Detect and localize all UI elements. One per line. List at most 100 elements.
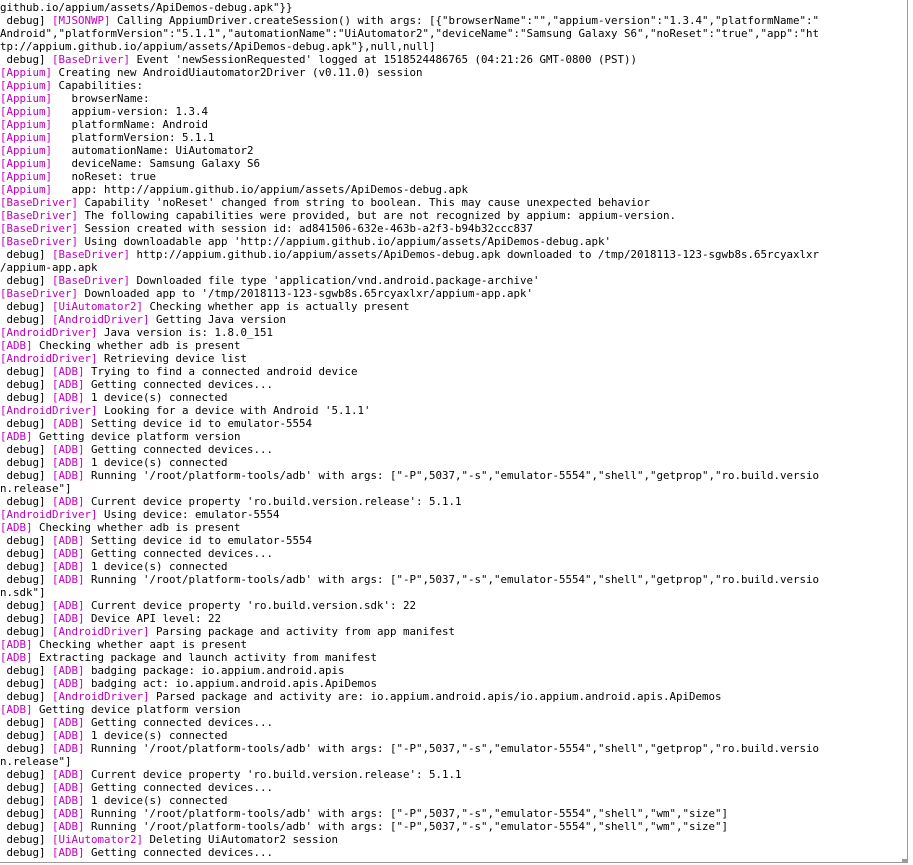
log-line: [AndroidDriver] Java version is: 1.8.0_1… (0, 326, 819, 339)
log-tag: [Appium] (0, 66, 53, 79)
log-tag: [BaseDriver] (0, 287, 79, 300)
log-line: debug] [AndroidDriver] Parsed package an… (0, 690, 819, 703)
log-line: Android","platformVersion":"5.1.1","auto… (0, 27, 819, 40)
log-tag: [Appium] (0, 79, 53, 92)
log-text: debug] (0, 547, 53, 560)
log-tag: [BaseDriver] (0, 209, 79, 222)
log-line: [AndroidDriver] Looking for a device wit… (0, 404, 819, 417)
log-text: debug] (0, 846, 53, 859)
log-text: Calling AppiumDriver.createSession() wit… (110, 14, 820, 27)
log-line: [Appium] platformVersion: 5.1.1 (0, 131, 819, 144)
log-line: [Appium] Capabilities: (0, 79, 819, 92)
log-text: Capability 'noReset' changed from string… (78, 196, 651, 209)
log-tag: [ADB] (52, 846, 85, 859)
log-text: The following capabilities were provided… (78, 209, 677, 222)
log-text: debug] (0, 456, 53, 469)
log-text: debug] (0, 781, 53, 794)
log-line: debug] [AndroidDriver] Parsing package a… (0, 625, 819, 638)
log-line: debug] [ADB] 1 device(s) connected (0, 560, 819, 573)
log-text: debug] (0, 365, 53, 378)
log-line: debug] [ADB] Running '/root/platform-too… (0, 820, 819, 833)
log-text: debug] (0, 599, 53, 612)
log-text: Parsing package and activity from app ma… (149, 625, 456, 638)
log-tag: [ADB] (52, 456, 85, 469)
log-line: debug] [BaseDriver] Downloaded file type… (0, 274, 819, 287)
log-line: [ADB] Getting device platform version (0, 430, 819, 443)
log-line: tp://appium.github.io/appium/assets/ApiD… (0, 40, 819, 53)
log-text: Java version is: 1.8.0_151 (97, 326, 274, 339)
log-text: 1 device(s) connected (84, 560, 228, 573)
log-tag: [AndroidDriver] (52, 690, 150, 703)
log-text: github.io/appium/assets/ApiDemos-debug.a… (0, 1, 293, 14)
log-line: [Appium] app: http://appium.github.io/ap… (0, 183, 819, 196)
log-text: tp://appium.github.io/appium/assets/ApiD… (0, 40, 436, 53)
log-line: [BaseDriver] Session created with sessio… (0, 222, 819, 235)
log-tag: [BaseDriver] (52, 274, 131, 287)
log-line: debug] [UiAutomator2] Checking whether a… (0, 300, 819, 313)
log-line: debug] [ADB] Setting device id to emulat… (0, 417, 819, 430)
log-tag: [Appium] (0, 92, 53, 105)
log-text: /appium-app.apk (0, 261, 98, 274)
log-line: debug] [ADB] Getting connected devices..… (0, 846, 819, 859)
log-text: Downloaded file type 'application/vnd.an… (130, 274, 540, 287)
log-text: debug] (0, 495, 53, 508)
log-text: debug] (0, 14, 53, 27)
log-text: Retrieving device list (97, 352, 248, 365)
log-text: Running '/root/platform-tools/adb' with … (84, 573, 820, 586)
log-text: deviceName: Samsung Galaxy S6 (52, 157, 261, 170)
log-tag: [Appium] (0, 144, 53, 157)
log-text: n.release"] (0, 755, 72, 768)
log-text: badging package: io.appium.android.apis (84, 664, 345, 677)
log-text: Getting connected devices... (84, 378, 274, 391)
log-line: debug] [ADB] Running '/root/platform-too… (0, 742, 820, 755)
log-text: Running '/root/platform-tools/adb' with … (84, 742, 820, 755)
log-tag: [BaseDriver] (52, 248, 131, 261)
log-text: browserName: (52, 92, 150, 105)
log-text: Getting connected devices... (84, 846, 274, 859)
log-text: debug] (0, 833, 53, 846)
log-tag: [ADB] (52, 534, 85, 547)
log-line: debug] [ADB] Getting connected devices..… (0, 547, 819, 560)
log-text: 1 device(s) connected (84, 391, 228, 404)
log-text: Running '/root/platform-tools/adb' with … (84, 820, 729, 833)
terminal-output[interactable]: github.io/appium/assets/ApiDemos-debug.a… (0, 0, 908, 863)
scrollbar-thumb[interactable] (902, 859, 907, 862)
log-line: [ADB] Checking whether adb is present (0, 521, 819, 534)
log-text: debug] (0, 664, 53, 677)
log-line: /appium-app.apk (0, 261, 819, 274)
log-text: Getting device platform version (32, 703, 241, 716)
log-text: debug] (0, 612, 53, 625)
log-line: debug] [ADB] 1 device(s) connected (0, 729, 819, 742)
log-lines: github.io/appium/assets/ApiDemos-debug.a… (0, 1, 819, 859)
log-text: Session created with session id: ad84150… (78, 222, 534, 235)
log-line: n.release"] (0, 482, 819, 495)
log-tag: [ADB] (52, 664, 85, 677)
log-tag: [ADB] (52, 443, 85, 456)
log-line: github.io/appium/assets/ApiDemos-debug.a… (0, 1, 819, 14)
log-line: debug] [BaseDriver] http://appium.github… (0, 248, 820, 261)
log-line: debug] [ADB] Getting connected devices..… (0, 781, 819, 794)
log-text: Device API level: 22 (84, 612, 222, 625)
log-text: app: http://appium.github.io/appium/asse… (52, 183, 469, 196)
log-text: Capabilities: (52, 79, 144, 92)
log-tag: [BaseDriver] (52, 53, 131, 66)
log-line: debug] [BaseDriver] Event 'newSessionReq… (0, 53, 819, 66)
log-line: debug] [ADB] Setting device id to emulat… (0, 534, 819, 547)
log-tag: [ADB] (52, 560, 85, 573)
log-line: [AndroidDriver] Using device: emulator-5… (0, 508, 819, 521)
log-text: debug] (0, 534, 53, 547)
log-text: Getting device platform version (32, 430, 241, 443)
log-tag: [ADB] (52, 768, 85, 781)
log-tag: [ADB] (52, 391, 85, 404)
log-line: [AndroidDriver] Retrieving device list (0, 352, 819, 365)
log-text: debug] (0, 768, 53, 781)
log-tag: [ADB] (0, 521, 33, 534)
log-text: debug] (0, 53, 53, 66)
log-line: debug] [ADB] Running '/root/platform-too… (0, 807, 819, 820)
log-text: debug] (0, 300, 53, 313)
log-text: debug] (0, 729, 53, 742)
log-text: Deleting UiAutomator2 session (143, 833, 339, 846)
log-text: debug] (0, 807, 53, 820)
log-tag: [ADB] (52, 547, 85, 560)
log-text: Checking whether app is actually present (143, 300, 410, 313)
